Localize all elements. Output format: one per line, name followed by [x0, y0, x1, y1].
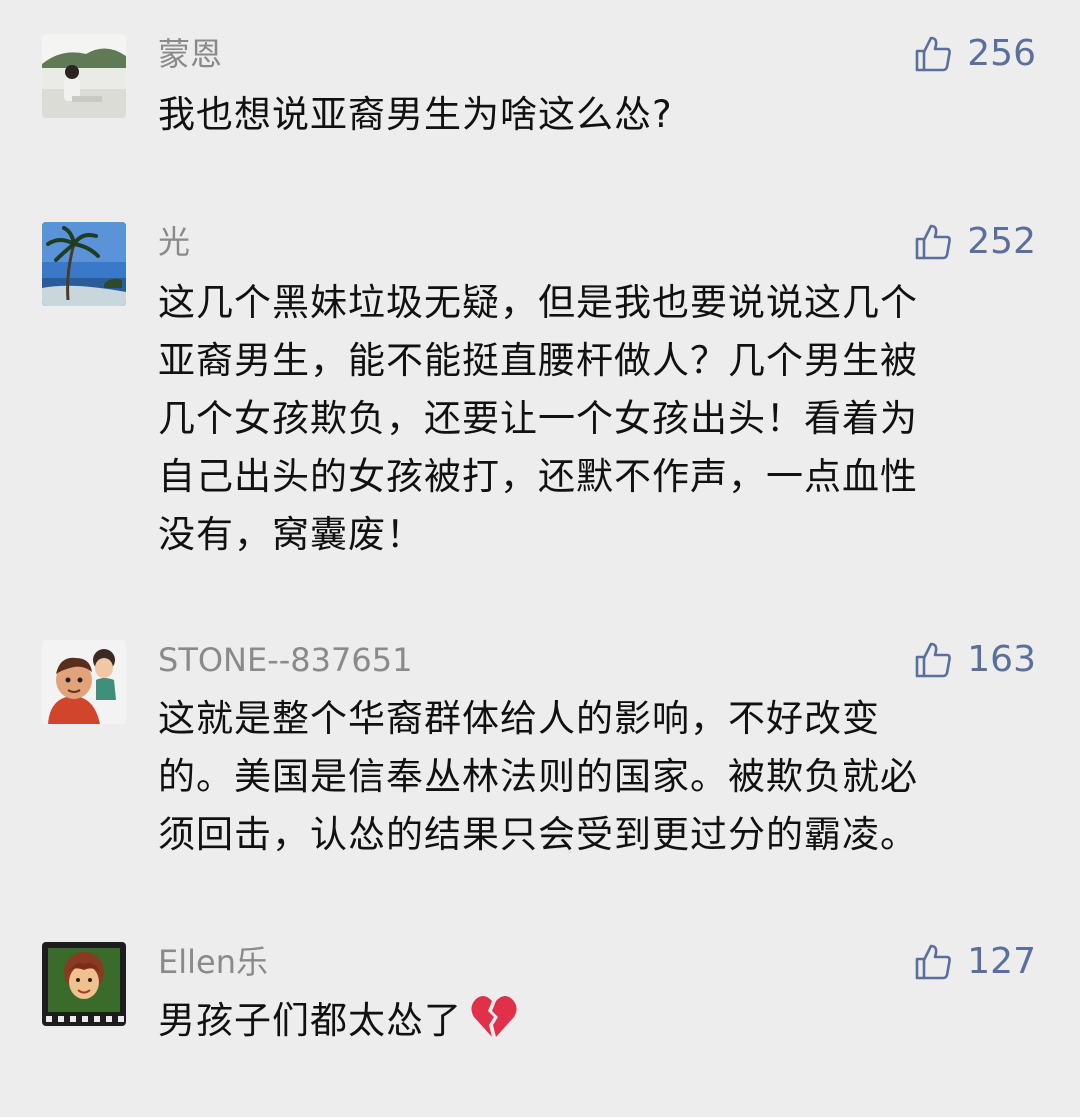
comment-line: 几个女孩欺负，还要让一个女孩出头！看着为: [158, 397, 918, 440]
avatar[interactable]: [42, 640, 126, 724]
like-button[interactable]: 127: [913, 942, 1036, 982]
username[interactable]: 蒙恩: [158, 34, 222, 74]
thumbs-up-icon: [913, 942, 953, 982]
comment-text: 这就是整个华裔群体给人的影响，不好改变 的。美国是信奉丛林法则的国家。被欺负就必…: [158, 690, 1038, 864]
like-button[interactable]: 252: [913, 222, 1036, 262]
comment-text: 男孩子们都太怂了: [158, 992, 1038, 1056]
comment-line-text: 男孩子们都太怂了: [158, 999, 462, 1042]
comment-line: 须回击，认怂的结果只会受到更过分的霸凌。: [158, 813, 918, 856]
comment-line: 我也想说亚裔男生为啥这么怂?: [158, 93, 673, 136]
username[interactable]: Ellen乐: [158, 942, 268, 982]
comment-line: 男孩子们都太怂了: [158, 992, 1038, 1056]
avatar[interactable]: [42, 222, 126, 306]
comment-line: 亚裔男生，能不能挺直腰杆做人？几个男生被: [158, 339, 918, 382]
avatar[interactable]: [42, 942, 126, 1026]
like-count: 256: [967, 33, 1036, 74]
username[interactable]: STONE--837651: [158, 640, 412, 680]
like-button[interactable]: 163: [913, 640, 1036, 680]
comment-text: 我也想说亚裔男生为啥这么怂?: [158, 86, 1038, 144]
thumbs-up-icon: [913, 222, 953, 262]
like-count: 163: [967, 639, 1036, 680]
like-count: 252: [967, 221, 1036, 262]
like-count: 127: [967, 941, 1036, 982]
like-button[interactable]: 256: [913, 34, 1036, 74]
comment-line: 这就是整个华裔群体给人的影响，不好改变: [158, 697, 880, 740]
username[interactable]: 光: [158, 222, 190, 262]
thumbs-up-icon: [913, 34, 953, 74]
comment-line: 没有，窝囊废！: [158, 513, 424, 556]
comment-line: 的。美国是信奉丛林法则的国家。被欺负就必: [158, 755, 918, 798]
comment-line: 这几个黑妹垃圾无疑，但是我也要说说这几个: [158, 281, 918, 324]
avatar[interactable]: [42, 34, 126, 118]
comment-line: 自己出头的女孩被打，还默不作声，一点血性: [158, 455, 918, 498]
thumbs-up-icon: [913, 640, 953, 680]
comment-text: 这几个黑妹垃圾无疑，但是我也要说说这几个 亚裔男生，能不能挺直腰杆做人？几个男生…: [158, 274, 1038, 564]
broken-heart-icon: [470, 993, 518, 1056]
